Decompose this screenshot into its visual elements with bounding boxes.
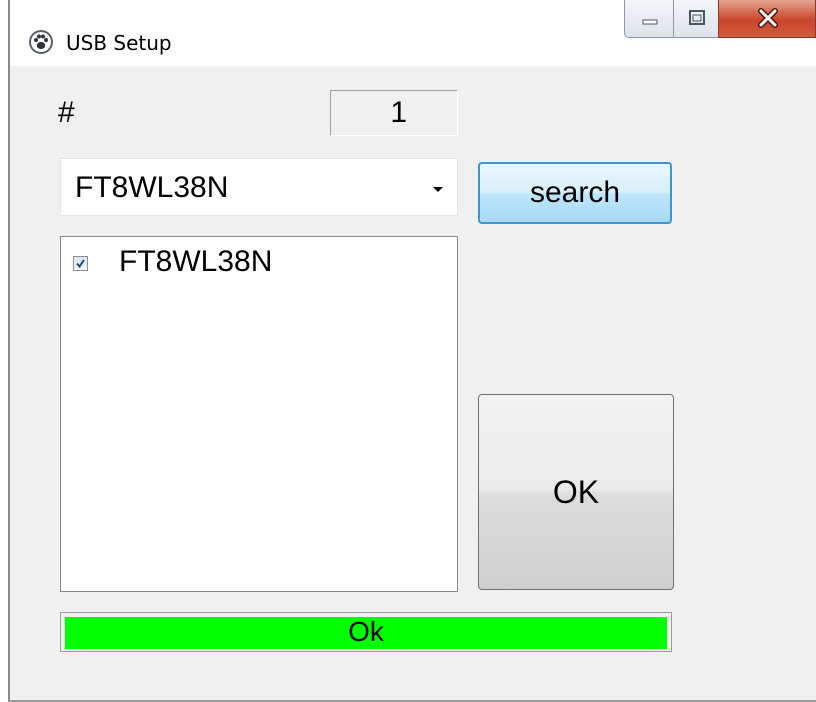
minimize-button[interactable] xyxy=(624,0,674,38)
close-button[interactable] xyxy=(718,0,816,38)
maximize-icon xyxy=(689,10,705,25)
list-item-label: FT8WL38N xyxy=(119,245,273,278)
chevron-down-icon[interactable] xyxy=(433,187,443,192)
close-icon xyxy=(758,8,778,28)
search-button[interactable]: search xyxy=(478,162,672,224)
window-title: USB Setup xyxy=(66,31,172,55)
paw-print-icon[interactable] xyxy=(28,29,54,55)
device-count-label: # xyxy=(58,96,75,129)
checkmark-icon xyxy=(76,259,85,269)
status-text: Ok xyxy=(348,616,384,647)
device-checkbox[interactable] xyxy=(73,256,88,271)
maximize-button[interactable] xyxy=(673,0,719,38)
usb-setup-window: USB Setup # 1 FT8WL38N search FT8WL38N O… xyxy=(8,0,816,702)
device-list[interactable]: FT8WL38N xyxy=(60,236,458,592)
status-bar: Ok xyxy=(60,612,672,652)
device-count-field: 1 xyxy=(330,90,458,136)
ok-button[interactable]: OK xyxy=(478,394,674,590)
client-area: # 1 FT8WL38N search FT8WL38N OK Ok xyxy=(10,66,816,700)
title-bar[interactable]: USB Setup xyxy=(10,0,816,66)
minimize-icon xyxy=(642,19,658,25)
device-select[interactable]: FT8WL38N xyxy=(60,158,458,216)
device-select-value: FT8WL38N xyxy=(75,171,229,204)
